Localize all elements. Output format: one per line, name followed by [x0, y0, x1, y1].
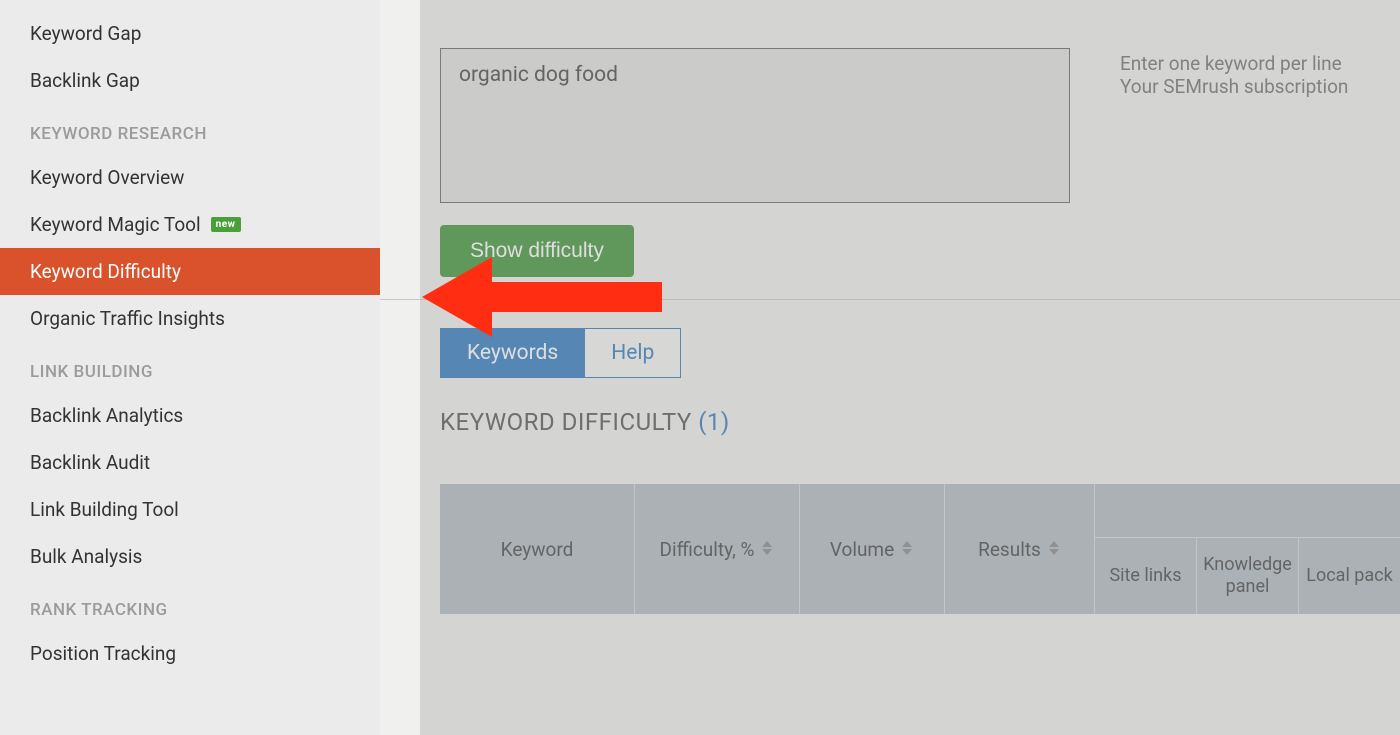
sidebar-item-bulk-analysis[interactable]: Bulk Analysis [0, 533, 380, 580]
divider [380, 299, 1400, 300]
sort-icon [760, 539, 774, 560]
col-label: Volume [830, 538, 894, 561]
sidebar-item-label: Position Tracking [30, 642, 176, 665]
col-label: Local pack [1306, 565, 1392, 587]
sidebar-item-label: Bulk Analysis [30, 545, 142, 568]
sidebar-item-keyword-overview[interactable]: Keyword Overview [0, 154, 380, 201]
col-label: Keyword [501, 538, 574, 561]
keyword-input-textarea[interactable] [440, 48, 1070, 203]
sidebar-item-keyword-gap[interactable]: Keyword Gap [0, 10, 380, 57]
hint-text: Enter one keyword per line Your SEMrush … [1120, 52, 1348, 98]
sidebar-item-backlink-analytics[interactable]: Backlink Analytics [0, 392, 380, 439]
hint-line-1: Enter one keyword per line [1120, 52, 1348, 75]
sidebar-item-link-building-tool[interactable]: Link Building Tool [0, 486, 380, 533]
sidebar-item-label: Backlink Audit [30, 451, 150, 474]
col-keyword[interactable]: Keyword [440, 484, 635, 614]
section-title: KEYWORD DIFFICULTY (1) [440, 408, 1400, 436]
sidebar-heading-rank-tracking: RANK TRACKING [0, 580, 380, 630]
new-badge: new [211, 217, 241, 232]
col-results[interactable]: Results [945, 484, 1095, 614]
sidebar-item-label: Backlink Gap [30, 69, 140, 92]
sidebar-item-label: Backlink Analytics [30, 404, 183, 427]
sidebar-item-label: Keyword Magic Tool [30, 213, 201, 236]
sidebar-item-label: Keyword Overview [30, 166, 184, 189]
col-label: Difficulty, % [660, 538, 755, 561]
sidebar-item-keyword-difficulty[interactable]: Keyword Difficulty [0, 248, 380, 295]
main-content: Enter one keyword per line Your SEMrush … [380, 0, 1400, 735]
tab-row: KeywordsHelp [440, 328, 1400, 378]
col-serp-features-group: Site links Knowledge panel Local pack [1095, 484, 1400, 614]
col-label: Knowledge panel [1203, 554, 1292, 597]
sidebar-item-position-tracking[interactable]: Position Tracking [0, 630, 380, 677]
col-local-pack[interactable]: Local pack [1299, 538, 1400, 614]
col-difficulty[interactable]: Difficulty, % [635, 484, 800, 614]
serp-features-top [1095, 484, 1400, 538]
sidebar-item-backlink-audit[interactable]: Backlink Audit [0, 439, 380, 486]
col-knowledge-panel[interactable]: Knowledge panel [1197, 538, 1299, 614]
sidebar-item-label: Organic Traffic Insights [30, 307, 225, 330]
sort-icon [900, 539, 914, 560]
col-volume[interactable]: Volume [800, 484, 945, 614]
sidebar-heading-link-building: LINK BUILDING [0, 342, 380, 392]
sort-icon [1047, 539, 1061, 560]
sidebar-item-label: Link Building Tool [30, 498, 179, 521]
col-site-links[interactable]: Site links [1095, 538, 1197, 614]
col-label: Results [978, 538, 1041, 561]
sidebar-item-backlink-gap[interactable]: Backlink Gap [0, 57, 380, 104]
col-label: Site links [1109, 565, 1181, 587]
sidebar-item-organic-traffic-insights[interactable]: Organic Traffic Insights [0, 295, 380, 342]
sidebar-item-keyword-magic-tool[interactable]: Keyword Magic Tool new [0, 201, 380, 248]
section-title-text: KEYWORD DIFFICULTY [440, 408, 698, 436]
tab-help[interactable]: Help [585, 328, 681, 378]
show-difficulty-button[interactable]: Show difficulty [440, 225, 634, 277]
tab-keywords[interactable]: Keywords [440, 328, 585, 378]
sidebar: Keyword Gap Backlink Gap KEYWORD RESEARC… [0, 0, 380, 735]
sidebar-item-label: Keyword Gap [30, 22, 141, 45]
hint-line-2: Your SEMrush subscription [1120, 75, 1348, 98]
results-table-header: Keyword Difficulty, % Volume Results [440, 484, 1400, 614]
sidebar-item-label: Keyword Difficulty [30, 260, 181, 283]
sidebar-heading-keyword-research: KEYWORD RESEARCH [0, 104, 380, 154]
section-title-count: (1) [698, 408, 730, 436]
